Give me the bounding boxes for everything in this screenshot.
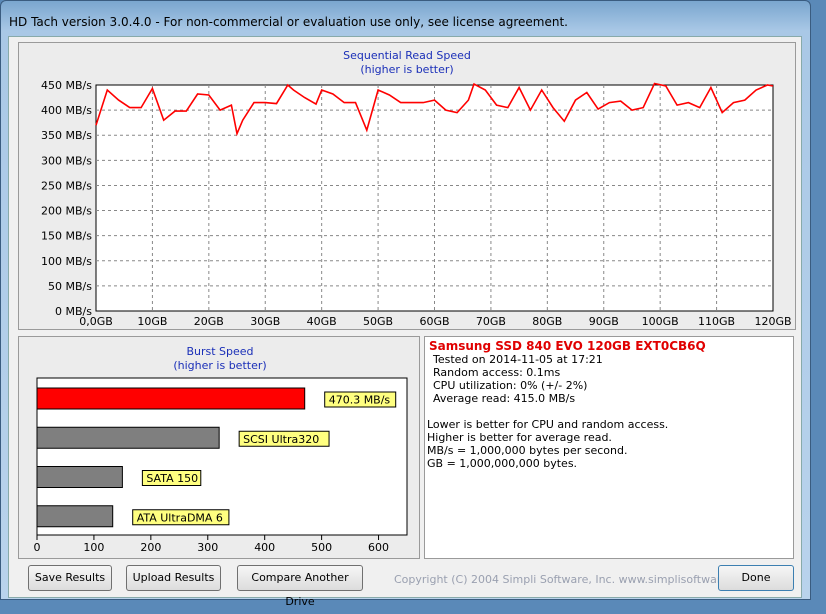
info-line-cpu: CPU utilization: 0% (+/- 2%) <box>433 379 588 392</box>
chart-title: Sequential Read Speed <box>343 49 471 62</box>
burst-x-tick-label: 100 <box>83 541 104 554</box>
info-line-random-access: Random access: 0.1ms <box>433 366 561 379</box>
burst-x-tick-label: 600 <box>368 541 389 554</box>
x-tick-label: 50GB <box>363 315 393 328</box>
burst-bar <box>36 466 123 488</box>
x-tick-label: 30GB <box>250 315 280 328</box>
y-tick-label: 400 MB/s <box>41 104 92 117</box>
burst-x-tick-label: 200 <box>140 541 161 554</box>
burst-x-tick-label: 0 <box>34 541 41 554</box>
x-tick-label: 80GB <box>532 315 562 328</box>
x-tick-label: 20GB <box>194 315 224 328</box>
x-tick-label: 60GB <box>419 315 449 328</box>
note-line-4: GB = 1,000,000,000 bytes. <box>427 457 578 470</box>
upload-results-button[interactable]: Upload Results <box>126 565 221 591</box>
info-line-test-date: Tested on 2014-11-05 at 17:21 <box>433 353 603 366</box>
burst-bar-label: ATA UltraDMA 6 <box>137 511 223 524</box>
x-tick-label: 100GB <box>642 315 679 328</box>
x-tick-label: 110GB <box>698 315 735 328</box>
chart-subtitle: (higher is better) <box>360 63 453 76</box>
burst-x-tick-label: 300 <box>197 541 218 554</box>
burst-bar <box>36 505 114 528</box>
note-line-3: MB/s = 1,000,000 bytes per second. <box>427 444 628 457</box>
burst-speed-chart: Burst Speed (higher is better) 470.3 MB/… <box>34 345 408 554</box>
burst-bar <box>36 387 306 410</box>
y-tick-label: 350 MB/s <box>41 129 92 142</box>
done-button[interactable]: Done <box>718 565 794 591</box>
compare-another-drive-button[interactable]: Compare Another Drive <box>237 565 363 608</box>
y-tick-label: 250 MB/s <box>41 179 92 192</box>
burst-bar-label: SCSI Ultra320 <box>243 433 319 446</box>
y-tick-label: 150 MB/s <box>41 230 92 243</box>
burst-bar-label: 470.3 MB/s <box>329 394 391 407</box>
window-title: HD Tach version 3.0.4.0 - For non-commer… <box>9 15 568 29</box>
y-tick-label: 100 MB/s <box>41 255 92 268</box>
burst-x-tick-label: 500 <box>311 541 332 554</box>
y-tick-label: 300 MB/s <box>41 154 92 167</box>
burst-x-tick-label: 400 <box>254 541 275 554</box>
x-tick-label: 120GB <box>754 315 791 328</box>
info-line-average-read: Average read: 415.0 MB/s <box>433 392 576 405</box>
x-tick-label: 40GB <box>307 315 337 328</box>
x-tick-label: 70GB <box>476 315 506 328</box>
x-tick-label: 0,0GB <box>79 315 113 328</box>
x-tick-label: 90GB <box>589 315 619 328</box>
burst-chart-subtitle: (higher is better) <box>173 359 266 372</box>
sequential-read-chart: Sequential Read Speed (higher is better)… <box>41 49 792 328</box>
sequential-chart-panel: Sequential Read Speed (higher is better)… <box>18 42 796 330</box>
note-line-2: Higher is better for average read. <box>427 431 612 444</box>
note-line-1: Lower is better for CPU and random acces… <box>427 418 669 431</box>
x-tick-label: 10GB <box>137 315 167 328</box>
copyright-text: Copyright (C) 2004 Simpli Software, Inc.… <box>394 573 755 586</box>
save-results-button[interactable]: Save Results <box>28 565 112 591</box>
burst-chart-panel: Burst Speed (higher is better) 470.3 MB/… <box>18 336 420 559</box>
y-tick-label: 450 MB/s <box>41 79 92 92</box>
results-info-panel: Samsung SSD 840 EVO 120GB EXT0CB6Q Teste… <box>424 336 794 559</box>
drive-name: Samsung SSD 840 EVO 120GB EXT0CB6Q <box>429 339 706 353</box>
burst-bar <box>36 426 220 449</box>
burst-bar-label: SATA 150 <box>146 472 198 485</box>
y-tick-label: 200 MB/s <box>41 205 92 218</box>
y-tick-label: 50 MB/s <box>48 280 92 293</box>
burst-chart-title: Burst Speed <box>186 345 253 358</box>
